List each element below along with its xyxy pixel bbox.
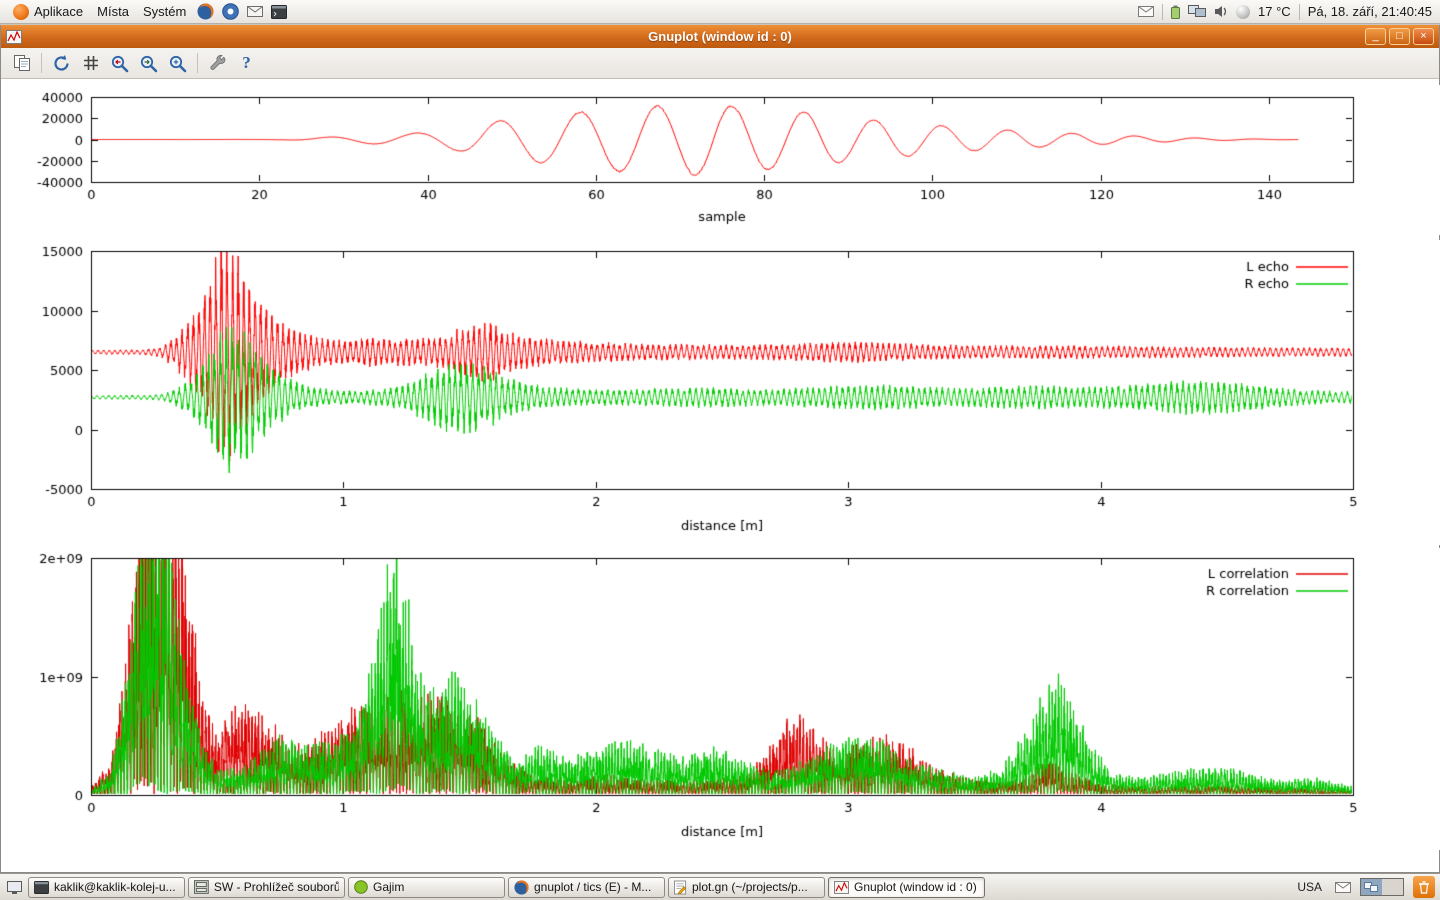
minimize-button[interactable]: _ <box>1365 28 1386 45</box>
taskbar-item-label: Gajim <box>373 880 404 894</box>
clock[interactable]: Pá, 18. září, 21:40:45 <box>1308 4 1432 19</box>
panel-tray: 17 °C Pá, 18. září, 21:40:45 <box>1138 4 1434 20</box>
ubuntu-logo-icon <box>13 4 29 20</box>
configure-button[interactable] <box>204 50 231 76</box>
menu-applications-label: Aplikace <box>34 4 83 19</box>
taskbar-item-gnuplot[interactable]: Gnuplot (window id : 0) <box>828 877 985 898</box>
toggle-grid-button[interactable] <box>77 50 104 76</box>
show-desktop-icon[interactable] <box>7 881 22 894</box>
toolbar: ? <box>1 48 1439 79</box>
taskbar: kaklik@kaklik-kolej-u... SW - Prohlížeč … <box>0 873 1440 900</box>
taskbar-item-label: gnuplot / tics (E) - M... <box>534 880 651 894</box>
menu-system-label: Systém <box>143 4 186 19</box>
zoom-next-button[interactable] <box>135 50 162 76</box>
zoom-next-icon <box>139 54 158 73</box>
replot-icon <box>52 54 71 73</box>
mail-tray-icon[interactable] <box>1335 882 1351 893</box>
gnuplot-window: Gnuplot (window id : 0) _ □ × <box>0 25 1440 873</box>
help-button[interactable]: ? <box>233 50 260 76</box>
taskbar-item-file-manager[interactable]: SW - Prohlížeč souborů <box>188 877 345 898</box>
window-title: Gnuplot (window id : 0) <box>1 29 1439 44</box>
maximize-button[interactable]: □ <box>1389 28 1410 45</box>
taskbar-item-label: plot.gn (~/projects/p... <box>692 880 808 894</box>
firefox-launcher-icon[interactable] <box>197 3 214 20</box>
wrench-icon <box>209 54 227 72</box>
workspace-2[interactable] <box>1382 879 1403 895</box>
titlebar[interactable]: Gnuplot (window id : 0) _ □ × <box>1 25 1439 48</box>
menu-places[interactable]: Místa <box>90 2 136 21</box>
terminal-launcher-icon[interactable] <box>271 5 287 19</box>
autoscale-icon <box>168 54 187 73</box>
firefox-icon <box>514 880 529 895</box>
taskbar-item-label: SW - Prohlížeč souborů <box>214 880 339 894</box>
workspace-1[interactable] <box>1361 879 1382 895</box>
plot-area <box>1 79 1439 872</box>
menu-applications[interactable]: Aplikace <box>6 2 90 22</box>
text-editor-icon <box>674 880 687 895</box>
close-button[interactable]: × <box>1413 28 1434 45</box>
zoom-previous-icon <box>110 54 129 73</box>
zoom-previous-button[interactable] <box>106 50 133 76</box>
toolbar-separator <box>197 53 198 73</box>
replot-button[interactable] <box>48 50 75 76</box>
chart-correlation[interactable] <box>1 548 1440 850</box>
autoscale-button[interactable] <box>164 50 191 76</box>
help-icon: ? <box>242 53 251 73</box>
panel-separator <box>1162 4 1163 20</box>
taskbar-item-label: kaklik@kaklik-kolej-u... <box>54 880 176 894</box>
top-panel: Aplikace Místa Systém <box>0 0 1440 24</box>
taskbar-item-terminal[interactable]: kaklik@kaklik-kolej-u... <box>28 877 185 898</box>
taskbar-item-editor[interactable]: plot.gn (~/projects/p... <box>668 877 825 898</box>
gajim-icon <box>354 880 368 894</box>
gnuplot-window-icon <box>6 30 22 44</box>
toolbar-separator <box>41 53 42 73</box>
menu-system[interactable]: Systém <box>136 2 193 21</box>
chart-echo[interactable] <box>1 240 1440 545</box>
panel-separator <box>1299 4 1300 20</box>
weather-icon[interactable] <box>1236 5 1250 19</box>
temperature-label[interactable]: 17 °C <box>1258 4 1291 19</box>
menu-places-label: Místa <box>97 4 129 19</box>
taskbar-tray: USA <box>1293 876 1436 898</box>
displays-icon[interactable] <box>1188 5 1206 18</box>
taskbar-item-gajim[interactable]: Gajim <box>348 877 505 898</box>
mail-launcher-icon[interactable] <box>247 6 263 17</box>
volume-icon[interactable] <box>1214 5 1228 18</box>
gnuplot-icon <box>834 881 849 894</box>
file-manager-icon <box>194 880 209 894</box>
workspace-switcher <box>1360 878 1404 896</box>
keyboard-layout-indicator[interactable]: USA <box>1293 879 1326 895</box>
taskbar-item-firefox[interactable]: gnuplot / tics (E) - M... <box>508 877 665 898</box>
chart-sample-waveform[interactable] <box>1 85 1440 235</box>
window-controls: _ □ × <box>1365 28 1434 45</box>
mail-tray-icon[interactable] <box>1138 6 1154 17</box>
help-browser-launcher-icon[interactable] <box>222 3 239 20</box>
trash-icon[interactable] <box>1413 876 1435 898</box>
terminal-icon <box>34 881 49 894</box>
grid-icon <box>82 54 100 72</box>
copy-icon <box>13 54 31 72</box>
copy-button[interactable] <box>8 50 35 76</box>
taskbar-item-label: Gnuplot (window id : 0) <box>854 880 977 894</box>
battery-icon[interactable] <box>1171 5 1180 19</box>
